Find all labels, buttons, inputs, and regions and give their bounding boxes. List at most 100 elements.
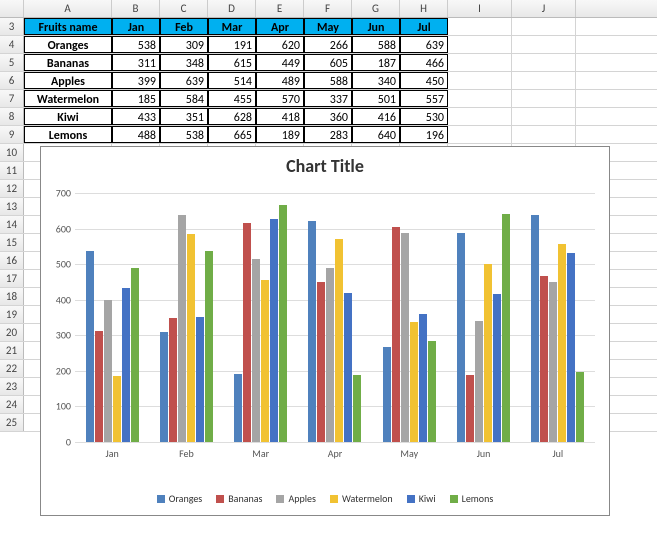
cell-B7[interactable]: 185	[112, 90, 160, 107]
cell-J6[interactable]	[512, 72, 576, 89]
bar-Watermelon-Mar[interactable]	[261, 280, 269, 442]
cell-C3[interactable]: Feb	[160, 18, 208, 35]
bar-Oranges-Apr[interactable]	[308, 221, 316, 442]
bar-Kiwi-May[interactable]	[419, 314, 427, 442]
bar-Apples-May[interactable]	[401, 233, 409, 442]
bar-Lemons-Jan[interactable]	[131, 268, 139, 442]
row-header-16[interactable]: 16	[0, 252, 24, 269]
bar-Lemons-Jun[interactable]	[502, 214, 510, 442]
bar-Oranges-Jun[interactable]	[457, 233, 465, 442]
legend-item-Lemons[interactable]: Lemons	[450, 492, 494, 505]
column-header-B[interactable]: B	[112, 0, 160, 17]
bar-Bananas-Feb[interactable]	[169, 318, 177, 442]
cell-B3[interactable]: Jan	[112, 18, 160, 35]
column-header-E[interactable]: E	[256, 0, 304, 17]
row-header-15[interactable]: 15	[0, 234, 24, 251]
row-header-4[interactable]: 4	[0, 36, 24, 53]
bar-Oranges-Jan[interactable]	[86, 251, 94, 442]
cell-G4[interactable]: 588	[352, 36, 400, 53]
cell-B8[interactable]: 433	[112, 108, 160, 125]
bar-Apples-Jan[interactable]	[104, 300, 112, 442]
legend-item-Apples[interactable]: Apples	[276, 492, 315, 505]
cell-A4[interactable]: Oranges	[24, 36, 112, 53]
cell-H4[interactable]: 639	[400, 36, 448, 53]
cell-F5[interactable]: 605	[304, 54, 352, 71]
bar-Bananas-Jan[interactable]	[95, 331, 103, 442]
bar-Kiwi-Apr[interactable]	[344, 293, 352, 442]
cell-E3[interactable]: Apr	[256, 18, 304, 35]
bar-Apples-Mar[interactable]	[252, 259, 260, 442]
cell-J8[interactable]	[512, 108, 576, 125]
legend-item-Oranges[interactable]: Oranges	[157, 492, 202, 505]
bar-Oranges-Feb[interactable]	[160, 332, 168, 442]
row-header-21[interactable]: 21	[0, 342, 24, 359]
cell-F8[interactable]: 360	[304, 108, 352, 125]
cell-E8[interactable]: 418	[256, 108, 304, 125]
cell-G5[interactable]: 187	[352, 54, 400, 71]
chart-plot-area[interactable]: 0100200300400500600700JanFebMarAprMayJun…	[75, 193, 595, 443]
cell-F7[interactable]: 337	[304, 90, 352, 107]
bar-Oranges-May[interactable]	[383, 347, 391, 442]
cell-B4[interactable]: 538	[112, 36, 160, 53]
cell-C8[interactable]: 351	[160, 108, 208, 125]
row-header-14[interactable]: 14	[0, 216, 24, 233]
row-header-23[interactable]: 23	[0, 378, 24, 395]
bar-Bananas-May[interactable]	[392, 227, 400, 442]
cell-I9[interactable]	[448, 126, 512, 143]
column-header-A[interactable]: A	[24, 0, 112, 17]
row-header-9[interactable]: 9	[0, 126, 24, 143]
cell-D5[interactable]: 615	[208, 54, 256, 71]
cell-B6[interactable]: 399	[112, 72, 160, 89]
cell-A6[interactable]: Apples	[24, 72, 112, 89]
cell-I3[interactable]	[448, 18, 512, 35]
bar-Kiwi-Jan[interactable]	[122, 288, 130, 442]
bar-Oranges-Jul[interactable]	[531, 215, 539, 442]
row-header-20[interactable]: 20	[0, 324, 24, 341]
bar-Apples-Apr[interactable]	[326, 268, 334, 442]
legend-item-Bananas[interactable]: Bananas	[216, 492, 262, 505]
column-header-D[interactable]: D	[208, 0, 256, 17]
cell-I5[interactable]	[448, 54, 512, 71]
chart[interactable]: Chart Title 0100200300400500600700JanFeb…	[40, 146, 610, 516]
row-header-22[interactable]: 22	[0, 360, 24, 377]
bar-Lemons-Apr[interactable]	[353, 375, 361, 442]
cell-E5[interactable]: 449	[256, 54, 304, 71]
bar-Bananas-Mar[interactable]	[243, 223, 251, 442]
bar-Apples-Feb[interactable]	[178, 215, 186, 442]
bar-Lemons-May[interactable]	[428, 341, 436, 442]
bar-Kiwi-Jun[interactable]	[493, 294, 501, 442]
cell-E9[interactable]: 189	[256, 126, 304, 143]
row-header-13[interactable]: 13	[0, 198, 24, 215]
row-header-25[interactable]: 25	[0, 414, 24, 431]
row-header-17[interactable]: 17	[0, 270, 24, 287]
bar-Watermelon-Jun[interactable]	[484, 264, 492, 442]
bar-Bananas-Apr[interactable]	[317, 282, 325, 442]
cell-B5[interactable]: 311	[112, 54, 160, 71]
bar-Apples-Jun[interactable]	[475, 321, 483, 442]
cell-D4[interactable]: 191	[208, 36, 256, 53]
bar-Kiwi-Feb[interactable]	[196, 317, 204, 442]
row-header-18[interactable]: 18	[0, 288, 24, 305]
cell-F4[interactable]: 266	[304, 36, 352, 53]
cell-J4[interactable]	[512, 36, 576, 53]
row-header-24[interactable]: 24	[0, 396, 24, 413]
column-header-F[interactable]: F	[304, 0, 352, 17]
bar-Bananas-Jul[interactable]	[540, 276, 548, 442]
cell-H7[interactable]: 557	[400, 90, 448, 107]
row-header-3[interactable]: 3	[0, 18, 24, 35]
cell-E6[interactable]: 489	[256, 72, 304, 89]
cell-I6[interactable]	[448, 72, 512, 89]
row-header-6[interactable]: 6	[0, 72, 24, 89]
cell-A8[interactable]: Kiwi	[24, 108, 112, 125]
chart-legend[interactable]: OrangesBananasApplesWatermelonKiwiLemons	[41, 492, 609, 505]
bar-Bananas-Jun[interactable]	[466, 375, 474, 442]
cell-D7[interactable]: 455	[208, 90, 256, 107]
row-header-7[interactable]: 7	[0, 90, 24, 107]
column-header-G[interactable]: G	[352, 0, 400, 17]
bar-Kiwi-Jul[interactable]	[567, 253, 575, 442]
cell-H5[interactable]: 466	[400, 54, 448, 71]
cell-H9[interactable]: 196	[400, 126, 448, 143]
cell-G8[interactable]: 416	[352, 108, 400, 125]
legend-item-Watermelon[interactable]: Watermelon	[330, 492, 393, 505]
column-header-J[interactable]: J	[512, 0, 576, 17]
